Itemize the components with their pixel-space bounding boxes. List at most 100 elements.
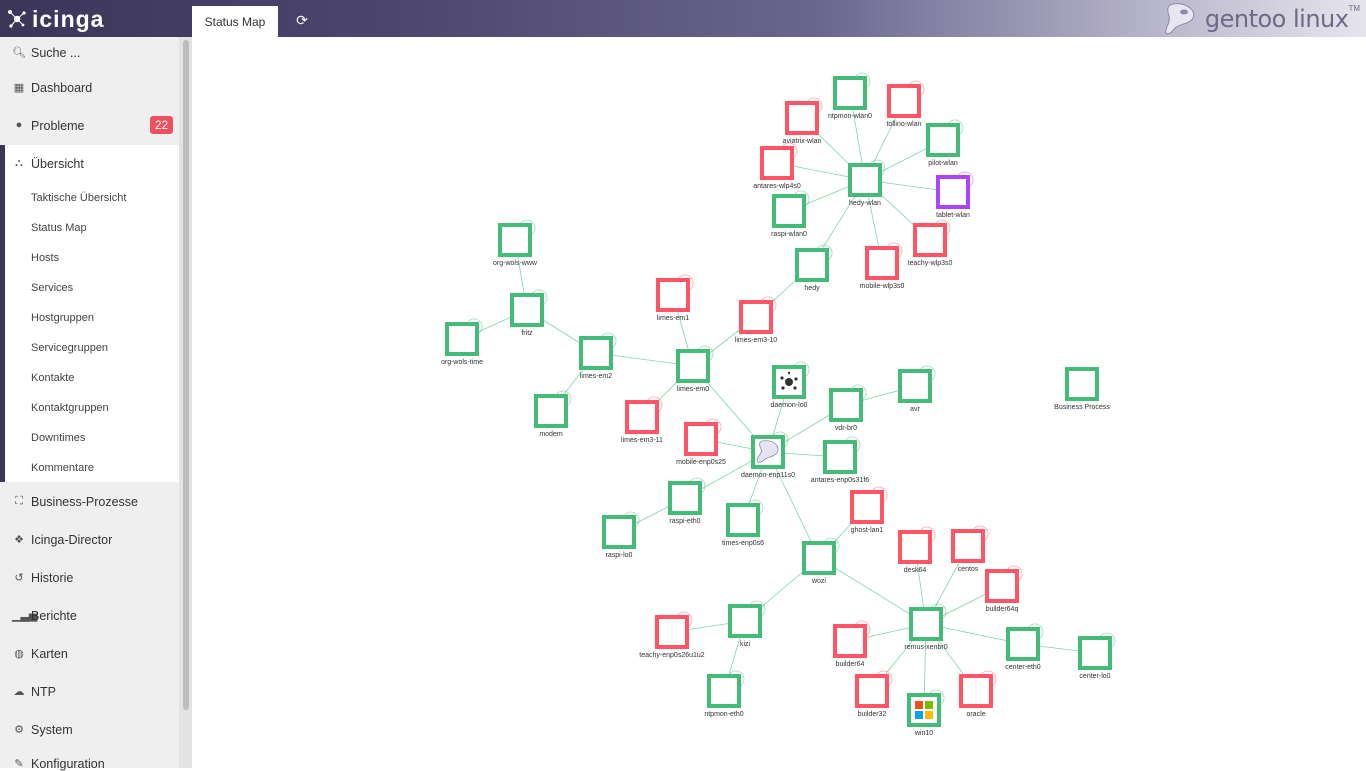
map-node[interactable]: avr: [898, 365, 936, 413]
node-box[interactable]: [795, 248, 829, 282]
tab-status-map[interactable]: Status Map: [192, 6, 278, 37]
map-node[interactable]: remus-xenbr0: [904, 603, 948, 651]
node-box[interactable]: [625, 400, 659, 434]
node-box[interactable]: [829, 388, 863, 422]
map-node[interactable]: wozi: [802, 537, 840, 585]
node-box[interactable]: [951, 529, 985, 563]
map-node[interactable]: teachy-enp0s26u1u2: [639, 611, 705, 659]
node-box[interactable]: [510, 293, 544, 327]
map-node[interactable]: daemon-enp11s0: [741, 431, 795, 479]
map-node[interactable]: hedy-wlan: [848, 159, 886, 207]
node-box[interactable]: [785, 101, 819, 135]
map-node[interactable]: limes-em0: [676, 345, 714, 393]
node-box[interactable]: [833, 624, 867, 658]
node-box[interactable]: [855, 674, 889, 708]
sidebar-subitem-downtimes[interactable]: Downtimes: [31, 432, 85, 444]
map-node[interactable]: ntpmon-wlan0: [828, 72, 872, 120]
map-node[interactable]: daemon-lo0: [771, 361, 810, 409]
sidebar-subitem-servicegroups[interactable]: Servicegruppen: [31, 342, 108, 354]
sidebar-subitem-contacts[interactable]: Kontakte: [31, 372, 74, 384]
node-box[interactable]: [909, 607, 943, 641]
map-node[interactable]: desk64: [898, 526, 936, 574]
node-box[interactable]: [739, 300, 773, 334]
map-node[interactable]: org-wols-time: [441, 318, 483, 366]
map-node[interactable]: limes-em1: [656, 274, 694, 322]
map-node[interactable]: hedy: [795, 244, 833, 292]
sidebar-subitem-comments[interactable]: Kommentare: [31, 462, 94, 474]
map-node[interactable]: fritz: [510, 289, 548, 337]
map-node[interactable]: pilot-wlan: [926, 119, 964, 167]
node-box[interactable]: [1078, 636, 1112, 670]
map-node[interactable]: raspi-lo0: [602, 511, 640, 559]
node-box[interactable]: [655, 615, 689, 649]
node-box[interactable]: [445, 322, 479, 356]
node-box[interactable]: [926, 123, 960, 157]
node-box[interactable]: [656, 278, 690, 312]
node-box[interactable]: [579, 336, 613, 370]
node-box[interactable]: [707, 674, 741, 708]
map-node[interactable]: teachy-wlp3s0: [908, 219, 953, 267]
map-node[interactable]: center-eth0: [1005, 623, 1044, 671]
map-node[interactable]: raspi-eth0: [668, 477, 706, 525]
sidebar-subitem-contactgroups[interactable]: Kontaktgruppen: [31, 402, 109, 414]
map-node[interactable]: builder32: [855, 670, 893, 718]
map-node[interactable]: modem: [534, 390, 572, 438]
map-node[interactable]: kizi: [728, 600, 766, 648]
sidebar-subitem-services[interactable]: Services: [31, 282, 73, 294]
map-node[interactable]: limes-em3-11: [621, 396, 663, 444]
map-node[interactable]: win10: [907, 689, 945, 737]
sidebar-subitem-hosts[interactable]: Hosts: [31, 252, 59, 264]
map-node[interactable]: builder64q: [985, 565, 1023, 613]
node-box[interactable]: [865, 246, 899, 280]
problems-count-badge[interactable]: 22: [150, 116, 173, 134]
map-node[interactable]: limes-em2: [579, 332, 617, 380]
node-box[interactable]: [498, 223, 532, 257]
map-node[interactable]: aviatrix-wlan: [783, 97, 823, 145]
map-node[interactable]: ntpmon-eth0: [704, 670, 745, 718]
map-node[interactable]: times-enp0s6: [722, 499, 764, 547]
map-node[interactable]: oracle: [959, 670, 997, 718]
node-box[interactable]: [1006, 627, 1040, 661]
node-box[interactable]: [760, 146, 794, 180]
map-node[interactable]: mobile-wlp3s0: [860, 242, 905, 290]
node-box[interactable]: [936, 175, 970, 209]
node-box[interactable]: [913, 223, 947, 257]
node-box[interactable]: [898, 369, 932, 403]
sidebar-subitem-status-map[interactable]: Status Map: [31, 222, 87, 234]
icinga-logo[interactable]: icinga: [6, 4, 104, 34]
map-node[interactable]: center-lo0: [1078, 632, 1116, 680]
refresh-icon[interactable]: ⟳: [294, 12, 310, 28]
map-node[interactable]: vdr-br0: [829, 384, 867, 432]
node-box[interactable]: [959, 674, 993, 708]
map-node[interactable]: tablet-wlan: [936, 171, 974, 219]
node-box[interactable]: [985, 569, 1019, 603]
node-box[interactable]: [772, 194, 806, 228]
node-box[interactable]: [1065, 367, 1099, 401]
sidebar-subitem-tactical[interactable]: Taktische Übersicht: [31, 192, 126, 204]
node-box[interactable]: [823, 440, 857, 474]
node-box[interactable]: [898, 530, 932, 564]
node-box[interactable]: [668, 481, 702, 515]
map-node[interactable]: org-wols-www: [493, 219, 538, 267]
node-box[interactable]: [676, 349, 710, 383]
map-node[interactable]: builder64: [833, 620, 871, 668]
map-node[interactable]: centos: [951, 525, 989, 573]
node-box[interactable]: [848, 163, 882, 197]
map-node[interactable]: tollino-wlan: [886, 80, 925, 128]
sidebar-subitem-hostgroups[interactable]: Hostgruppen: [31, 312, 94, 324]
sidebar-scrollbar-thumb[interactable]: [183, 40, 189, 710]
node-box[interactable]: [684, 422, 718, 456]
map-node[interactable]: antares-wlp4s0: [753, 142, 801, 190]
node-box[interactable]: [907, 693, 941, 727]
node-box[interactable]: [726, 503, 760, 537]
map-node[interactable]: raspi-wlan0: [771, 190, 810, 238]
status-map-canvas[interactable]: ntpmon-wlan0 tollino-wlan aviatrix-wlan pil…: [192, 37, 1366, 768]
node-box[interactable]: [833, 76, 867, 110]
map-node[interactable]: ghost-lan1: [850, 486, 888, 534]
map-node[interactable]: antares-enp0s31f6: [811, 436, 869, 484]
node-box[interactable]: [850, 490, 884, 524]
node-box[interactable]: [602, 515, 636, 549]
map-node[interactable]: Business Process: [1054, 367, 1110, 411]
map-node[interactable]: limes-em3-10: [735, 296, 778, 344]
node-box[interactable]: [887, 84, 921, 118]
